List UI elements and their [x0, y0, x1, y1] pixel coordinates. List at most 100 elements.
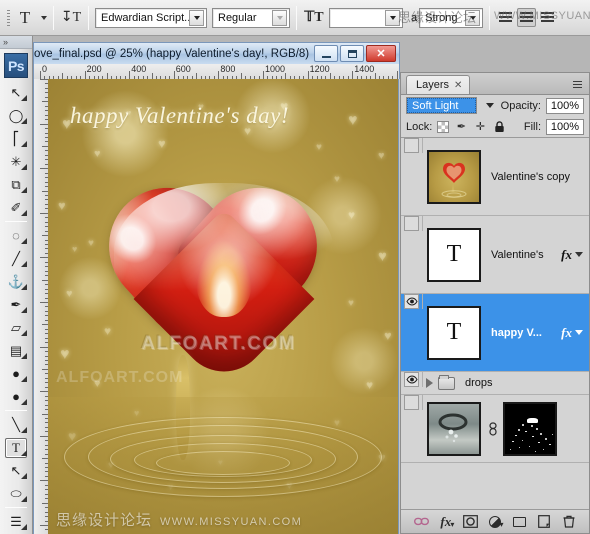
layer-thumbnail[interactable]: T	[427, 305, 481, 360]
lock-image-pixels-icon[interactable]: ✒	[454, 120, 468, 134]
tool-more-icon[interactable]	[21, 284, 27, 290]
crop-tool[interactable]: ⧉	[3, 173, 29, 196]
blend-mode-chevron-down-icon[interactable]	[485, 103, 494, 108]
eye-icon[interactable]	[404, 294, 419, 309]
lock-all-icon[interactable]	[492, 120, 506, 134]
new-group-button[interactable]	[511, 513, 528, 530]
link-icon[interactable]	[487, 421, 499, 436]
lock-transparent-pixels-icon[interactable]	[437, 120, 450, 133]
document-titlebar[interactable]: ove_final.psd @ 25% (happy Valentine's d…	[33, 42, 400, 64]
vertical-ruler[interactable]	[33, 79, 48, 534]
layer-row[interactable]: T Valentine's fx	[401, 216, 589, 294]
eye-icon[interactable]	[404, 395, 419, 410]
ellipse-shape-tool[interactable]: ⬭	[3, 482, 29, 505]
blend-mode-select[interactable]: Soft Light	[406, 97, 477, 114]
artboard[interactable]: ♥♥♥♥♥♥♥♥♥♥♥♥♥♥♥♥♥♥♥♥♥♥♥♥♥♥♥♥♥♥♥♥ happy V…	[48, 79, 398, 534]
font-style-chevron-down-icon[interactable]	[272, 9, 287, 26]
tool-more-icon[interactable]	[21, 330, 27, 336]
opacity-input[interactable]: 100%	[546, 97, 584, 114]
new-adjustment-layer-button[interactable]: ▾	[486, 513, 503, 530]
magic-wand-tool[interactable]: ✳	[3, 150, 29, 173]
font-style-select[interactable]: Regular	[212, 7, 290, 28]
tool-more-icon[interactable]	[21, 427, 27, 433]
group-expand-triangle-icon[interactable]	[426, 378, 433, 388]
eye-icon[interactable]	[404, 372, 419, 387]
blur-tool[interactable]: ●	[3, 362, 29, 385]
tool-more-icon[interactable]	[21, 164, 27, 170]
font-size-select[interactable]	[329, 7, 403, 28]
tool-more-icon[interactable]	[21, 238, 27, 244]
path-selection-tool[interactable]: ↖	[3, 459, 29, 482]
layer-row[interactable]	[401, 395, 589, 463]
tab-layers[interactable]: Layers ✕	[406, 75, 471, 94]
eyedropper-tool[interactable]: ✐	[3, 196, 29, 219]
tool-more-icon[interactable]	[21, 187, 27, 193]
tool-more-icon[interactable]	[21, 261, 27, 267]
marquee-tool[interactable]: ◯	[3, 104, 29, 127]
antialias-chevron-down-icon[interactable]	[465, 9, 481, 26]
tool-more-icon[interactable]	[21, 399, 27, 405]
tool-more-icon[interactable]	[21, 210, 27, 216]
layer-thumbnail[interactable]: T	[427, 227, 481, 282]
tool-preset-chevron-down-icon[interactable]	[41, 15, 47, 20]
font-family-chevron-down-icon[interactable]	[189, 9, 204, 26]
panel-menu-icon[interactable]	[571, 78, 584, 91]
minimize-button[interactable]	[314, 45, 338, 62]
layer-effects-fx-icon[interactable]: fx	[558, 247, 575, 263]
layer-effects-chevron-down-icon[interactable]	[575, 330, 583, 335]
layer-mask-thumbnail[interactable]	[503, 401, 557, 456]
close-button[interactable]: ✕	[366, 45, 396, 62]
tool-more-icon[interactable]	[21, 473, 27, 479]
layer-visibility-cell[interactable]	[401, 395, 423, 410]
antialias-select[interactable]: Strong	[419, 7, 484, 28]
healing-brush-tool[interactable]: ◌	[3, 224, 29, 247]
layer-visibility-cell[interactable]	[401, 138, 423, 153]
layer-row[interactable]: Thappy V... fx	[401, 294, 589, 372]
maximize-button[interactable]	[340, 45, 364, 62]
align-right-icon[interactable]	[538, 8, 557, 27]
notes-tool[interactable]: ☰	[3, 510, 29, 533]
clone-stamp-tool[interactable]: ⚓	[3, 270, 29, 293]
tool-more-icon[interactable]	[21, 118, 27, 124]
layer-effects-chevron-down-icon[interactable]	[575, 252, 583, 257]
align-center-icon[interactable]	[517, 8, 537, 27]
align-left-icon[interactable]	[496, 8, 515, 27]
text-orientation-icon[interactable]: ↧T	[60, 6, 82, 30]
pen-tool[interactable]: ╲	[3, 413, 29, 436]
lock-position-icon[interactable]: ✛	[473, 120, 487, 134]
tool-more-icon[interactable]	[21, 307, 27, 313]
layer-row[interactable]: drops	[401, 372, 589, 395]
link-layers-button[interactable]	[413, 513, 430, 530]
tool-more-icon[interactable]	[21, 376, 27, 382]
layer-style-fx-button[interactable]: fx ▾	[437, 513, 454, 530]
eraser-tool[interactable]: ▱	[3, 316, 29, 339]
layer-list[interactable]: Valentine's copy T Valentine's fx Thappy V..…	[401, 137, 589, 509]
new-layer-button[interactable]	[536, 513, 553, 530]
toolbox-collapse-icon[interactable]: »	[0, 36, 32, 49]
close-icon[interactable]: ✕	[454, 80, 462, 91]
font-size-chevron-down-icon[interactable]	[385, 9, 400, 26]
type-tool-icon[interactable]: T	[14, 6, 36, 30]
move-tool[interactable]: ↖	[3, 81, 29, 104]
tool-more-icon[interactable]	[21, 141, 27, 147]
tool-more-icon[interactable]	[21, 450, 27, 456]
layer-row[interactable]: Valentine's copy	[401, 138, 589, 216]
layer-visibility-cell[interactable]	[401, 216, 423, 231]
options-bar-grip[interactable]	[4, 6, 14, 30]
type-tool[interactable]: T	[3, 436, 29, 459]
delete-layer-button[interactable]	[560, 513, 577, 530]
horizontal-ruler[interactable]: 020040060080010001200140016001800	[33, 64, 400, 79]
lasso-tool[interactable]: ⎡	[3, 127, 29, 150]
canvas-area[interactable]: ♥♥♥♥♥♥♥♥♥♥♥♥♥♥♥♥♥♥♥♥♥♥♥♥♥♥♥♥♥♥♥♥ happy V…	[48, 79, 399, 534]
dodge-tool[interactable]: ●	[3, 385, 29, 408]
history-brush-tool[interactable]: ✒	[3, 293, 29, 316]
layer-visibility-cell[interactable]	[401, 372, 423, 387]
tool-more-icon[interactable]	[21, 496, 27, 502]
layer-effects-fx-icon[interactable]: fx	[558, 325, 575, 341]
eye-icon[interactable]	[404, 216, 419, 231]
eye-icon[interactable]	[404, 138, 419, 153]
fill-input[interactable]: 100%	[546, 118, 584, 135]
layer-thumbnail[interactable]	[427, 401, 481, 456]
tool-more-icon[interactable]	[21, 353, 27, 359]
tool-more-icon[interactable]	[21, 524, 27, 530]
